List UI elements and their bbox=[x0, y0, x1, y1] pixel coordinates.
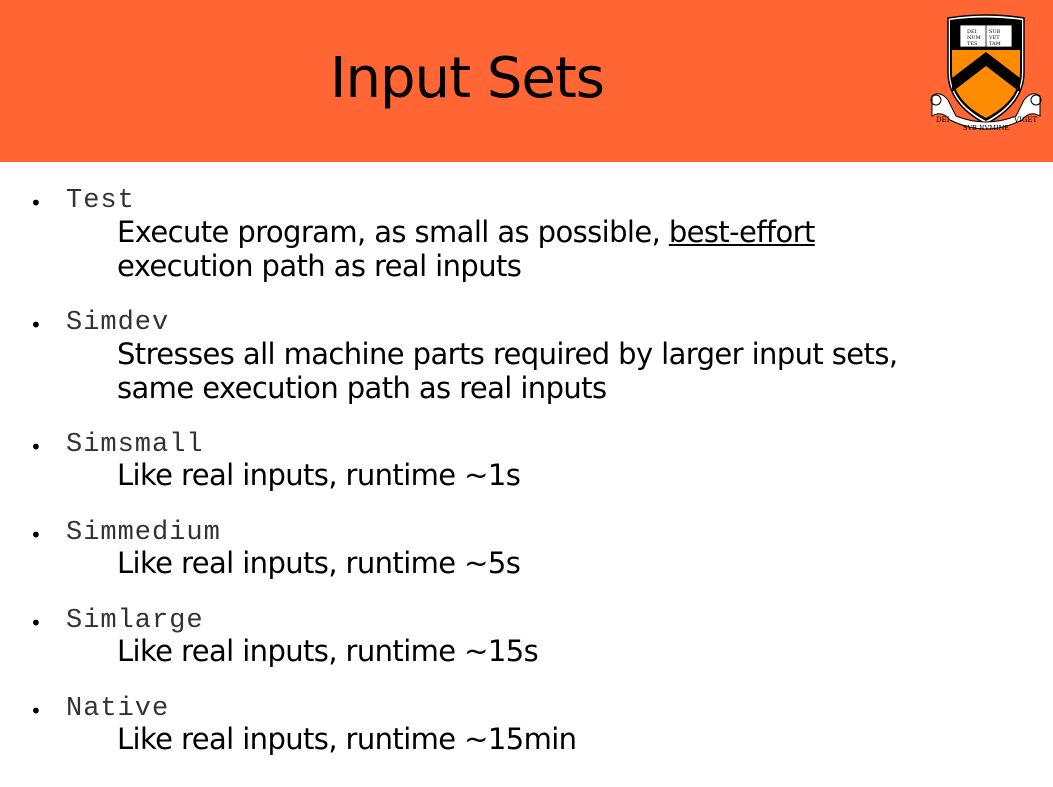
motto-left: DEI bbox=[936, 116, 950, 124]
item-term: Simsmall bbox=[66, 430, 204, 460]
item-term: Native bbox=[66, 694, 170, 724]
book-text-6: TAM bbox=[989, 41, 1001, 47]
item-description: Execute program, as small as possible, b… bbox=[117, 215, 1017, 283]
desc-line-1: Execute program, as small as possible, bbox=[117, 215, 669, 249]
princeton-shield-logo: DEI SUB NUM VET TES TAM DEI SVB NVMINE V… bbox=[926, 12, 1046, 140]
item-term: Test bbox=[66, 186, 135, 216]
desc-line-1: Stresses all machine parts required by l… bbox=[117, 337, 898, 371]
motto-right: VIGET bbox=[1013, 116, 1038, 124]
bullet-icon: • bbox=[30, 313, 42, 337]
book-text-5: TES bbox=[967, 41, 978, 47]
bullet-icon: • bbox=[30, 191, 42, 215]
slide-header: Input Sets DEI SUB NUM VET TES TAM DEI S… bbox=[0, 0, 1053, 162]
motto-center: SVB NVMINE bbox=[963, 124, 1009, 132]
bullet-icon: • bbox=[30, 611, 42, 635]
item-description: Like real inputs, runtime ~15s bbox=[117, 634, 539, 668]
best-effort-link: best-effort bbox=[668, 215, 816, 249]
bullet-icon: • bbox=[30, 435, 42, 459]
desc-line-2: execution path as real inputs bbox=[117, 249, 522, 283]
item-description: Like real inputs, runtime ~1s bbox=[117, 458, 521, 492]
slide-title: Input Sets bbox=[330, 46, 605, 111]
item-term: Simdev bbox=[66, 308, 170, 338]
desc-line-2: same execution path as real inputs bbox=[117, 371, 607, 405]
item-description: Stresses all machine parts required by l… bbox=[117, 337, 1017, 405]
item-description: Like real inputs, runtime ~15min bbox=[117, 722, 577, 756]
bullet-icon: • bbox=[30, 523, 42, 547]
item-description: Like real inputs, runtime ~5s bbox=[117, 546, 521, 580]
item-term: Simlarge bbox=[66, 606, 204, 636]
bullet-icon: • bbox=[30, 699, 42, 723]
item-term: Simmedium bbox=[66, 518, 221, 548]
